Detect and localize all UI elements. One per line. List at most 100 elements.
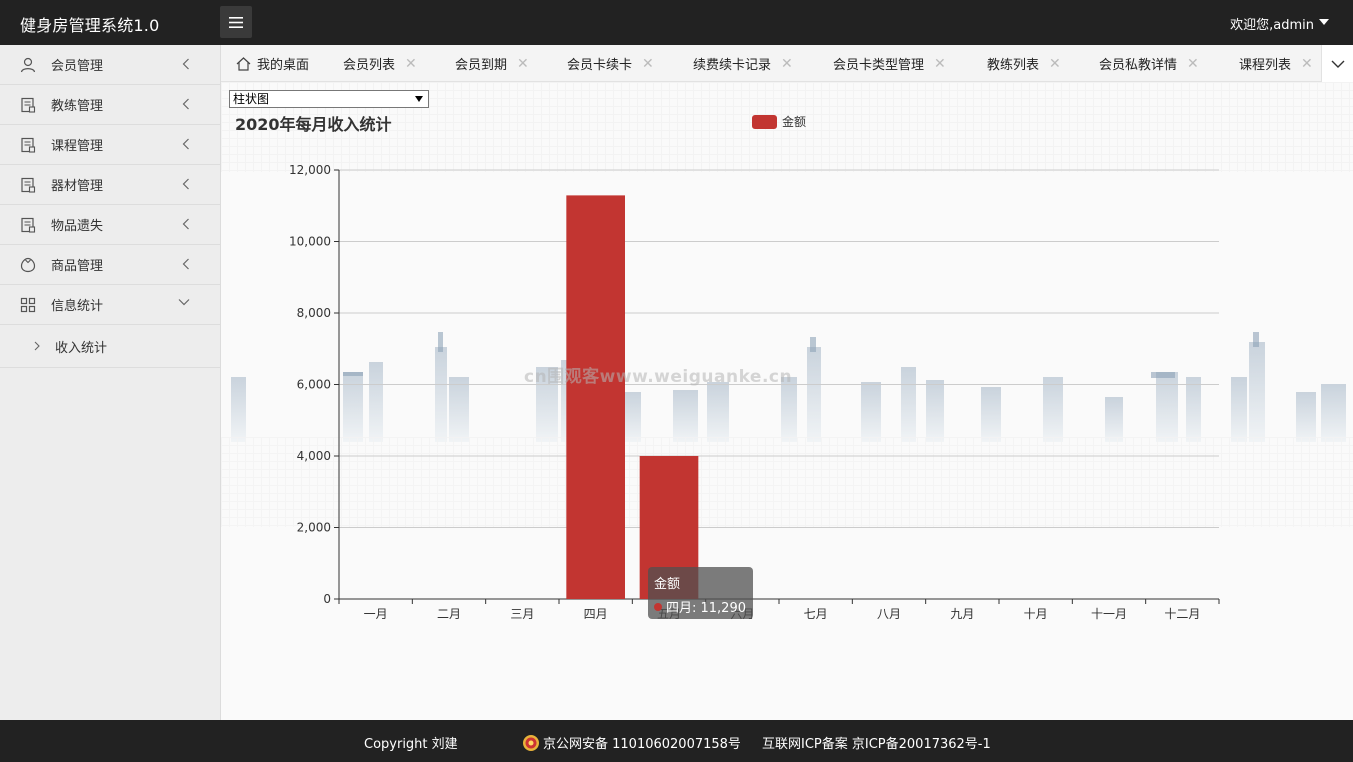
x-tick-label: 十月: [1024, 607, 1048, 621]
app-title: 健身房管理系统1.0: [20, 16, 160, 35]
clipboard-icon: [20, 177, 36, 193]
close-icon[interactable]: ✕: [934, 56, 946, 72]
sidebar-item-coach[interactable]: 教练管理: [0, 85, 220, 125]
close-icon[interactable]: ✕: [1049, 56, 1061, 72]
chevron-down-icon: [178, 299, 190, 306]
sidebar-item-statistics[interactable]: 信息统计: [0, 285, 220, 325]
chart-tooltip: 金额 四月: 11,290: [648, 567, 753, 619]
x-tick-label: 十一月: [1091, 607, 1127, 621]
tab-label: 课程列表: [1239, 58, 1292, 73]
icp-record-link[interactable]: 互联网ICP备案 京ICP备20017362号-1: [762, 733, 991, 752]
tab-label: 我的桌面: [257, 58, 310, 73]
clipboard-icon: [20, 137, 36, 153]
top-header: 健身房管理系统1.0 欢迎您,admin: [0, 0, 1353, 45]
close-icon[interactable]: ✕: [1301, 56, 1313, 72]
sidebar-item-label: 教练管理: [51, 99, 104, 114]
sidebar-item-equipment[interactable]: 器材管理: [0, 165, 220, 205]
chevron-left-icon: [182, 98, 189, 110]
sidebar-item-label: 物品遗失: [51, 219, 104, 234]
x-tick-label: 四月: [584, 607, 608, 621]
tab-label: 会员列表: [343, 58, 396, 73]
sidebar-item-label: 会员管理: [51, 59, 104, 74]
tab-label: 会员卡类型管理: [833, 58, 925, 73]
police-record-text: 京公网安备 11010602007158号: [543, 737, 741, 752]
tab-label: 会员私教详情: [1099, 58, 1178, 73]
chevron-left-icon: [182, 218, 189, 230]
x-tick-label: 七月: [804, 607, 828, 621]
legend-swatch: [752, 115, 777, 129]
sidebar-item-course[interactable]: 课程管理: [0, 125, 220, 165]
chevron-left-icon: [182, 138, 189, 150]
sidebar-item-member[interactable]: 会员管理: [0, 45, 220, 85]
y-tick-label: 4,000: [297, 449, 331, 463]
user-menu[interactable]: 欢迎您,admin: [1230, 14, 1329, 33]
sidebar-item-label: 器材管理: [51, 179, 104, 194]
user-greeting: 欢迎您,admin: [1230, 18, 1314, 33]
tab-label: 会员到期: [455, 58, 508, 73]
sidebar-subitem-label: 收入统计: [55, 340, 108, 356]
sidebar-item-label: 信息统计: [51, 299, 104, 314]
y-tick-label: 8,000: [297, 306, 331, 320]
sidebar-item-label: 课程管理: [51, 139, 104, 154]
sidebar: 会员管理 教练管理 课程管理 器材管理 物品遗失 商品管理 信息统计 收入统计: [0, 45, 221, 720]
menu-toggle-button[interactable]: [220, 6, 252, 38]
tab-bar: 我的桌面 会员列表 ✕ 会员到期 ✕ 会员卡续卡 ✕ 续费续卡记录 ✕ 会员卡类…: [221, 45, 1353, 82]
tab-coach-list[interactable]: 教练列表 ✕: [987, 45, 1061, 82]
x-tick-label: 一月: [364, 607, 388, 621]
y-tick-label: 12,000: [289, 163, 331, 177]
sidebar-item-label: 商品管理: [51, 259, 104, 274]
copyright-text: Copyright 刘建: [364, 737, 458, 752]
tab-my-desktop[interactable]: 我的桌面: [236, 45, 309, 82]
watermark-text: cn围观客www.weiguanke.cn: [524, 367, 793, 387]
y-tick-label: 0: [323, 592, 331, 606]
sidebar-subitem-income-stats[interactable]: 收入统计: [0, 325, 220, 368]
police-record-link[interactable]: 京公网安备 11010602007158号: [522, 733, 741, 752]
tab-course-list[interactable]: 课程列表 ✕: [1239, 45, 1313, 82]
tab-card-renewal[interactable]: 会员卡续卡 ✕: [567, 45, 654, 82]
x-tick-label: 八月: [877, 607, 901, 621]
x-tick-label: 九月: [950, 607, 974, 621]
tab-label: 教练列表: [987, 58, 1040, 73]
chevron-left-icon: [182, 178, 189, 190]
chevron-right-icon: [34, 341, 40, 351]
y-tick-label: 10,000: [289, 235, 331, 249]
tooltip-series-name: 金额: [654, 577, 681, 592]
clipboard-icon: [20, 217, 36, 233]
sidebar-item-lost-items[interactable]: 物品遗失: [0, 205, 220, 245]
home-icon: [236, 56, 251, 71]
user-icon: [20, 57, 36, 73]
close-icon[interactable]: ✕: [405, 56, 417, 72]
x-tick-label: 三月: [510, 607, 534, 621]
chevron-left-icon: [182, 58, 189, 70]
chevron-down-icon: [1331, 60, 1344, 68]
tab-label: 会员卡续卡: [567, 58, 633, 73]
close-icon[interactable]: ✕: [642, 56, 654, 72]
bar: [566, 195, 625, 599]
clipboard-icon: [20, 97, 36, 113]
series-color-dot: [654, 602, 662, 611]
tab-label: 续费续卡记录: [693, 58, 772, 73]
police-badge-icon: [523, 734, 539, 751]
y-tick-label: 6,000: [297, 378, 331, 392]
close-icon[interactable]: ✕: [517, 56, 529, 72]
chart-title: 2020年每月收入统计: [235, 115, 392, 134]
chevron-left-icon: [182, 258, 189, 270]
close-icon[interactable]: ✕: [781, 56, 793, 72]
x-tick-label: 二月: [437, 607, 461, 621]
close-icon[interactable]: ✕: [1187, 56, 1199, 72]
tab-member-list[interactable]: 会员列表 ✕: [343, 45, 417, 82]
tab-private-coaching[interactable]: 会员私教详情 ✕: [1099, 45, 1199, 82]
tab-member-expiry[interactable]: 会员到期 ✕: [455, 45, 529, 82]
caret-down-icon: [1319, 19, 1329, 25]
y-tick-label: 2,000: [297, 521, 331, 535]
x-tick-label: 十二月: [1164, 607, 1200, 621]
hamburger-icon: [229, 16, 243, 28]
main-content: 柱状图 2020年每月收入统计 金额 0 2,000 4,000 6,000 8,000 10…: [221, 82, 1353, 720]
tab-card-type-management[interactable]: 会员卡类型管理 ✕: [833, 45, 946, 82]
tab-more-button[interactable]: [1321, 45, 1353, 82]
tooltip-value: 四月: 11,290: [666, 601, 746, 616]
sidebar-item-goods[interactable]: 商品管理: [0, 245, 220, 285]
bag-icon: [20, 257, 36, 273]
legend-label: 金额: [782, 114, 806, 129]
tab-renewal-records[interactable]: 续费续卡记录 ✕: [693, 45, 793, 82]
